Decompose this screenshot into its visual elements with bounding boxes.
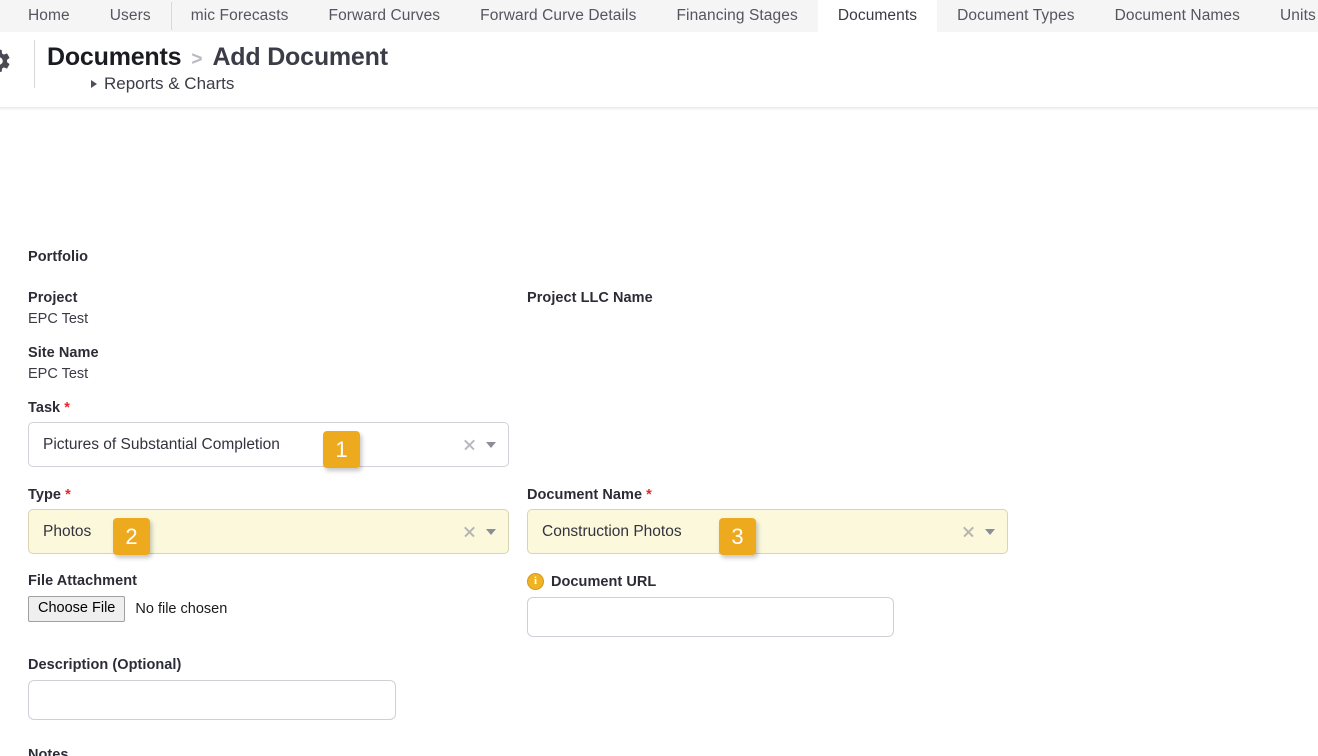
type-select-actions (463, 510, 496, 553)
nav-tab-documents[interactable]: Documents (817, 0, 938, 32)
notes-label: Notes (28, 747, 69, 756)
nav-tab-document-types[interactable]: Document Types (937, 0, 1094, 32)
task-field: Task * Pictures of Substantial Completio… (28, 400, 509, 467)
nav-tab-units[interactable]: Units (1260, 0, 1318, 32)
nav-tab-document-names[interactable]: Document Names (1095, 0, 1260, 32)
site-name-label: Site Name (28, 345, 99, 361)
file-input-row: Choose File No file chosen (28, 596, 227, 622)
project-field: Project EPC Test (28, 290, 88, 327)
document-name-select[interactable]: Construction Photos (527, 509, 1008, 554)
required-asterisk: * (646, 487, 652, 503)
document-name-select-actions (962, 510, 995, 553)
site-name-value: EPC Test (28, 366, 89, 382)
description-label: Description (Optional) (28, 657, 182, 673)
gear-icon[interactable] (0, 48, 12, 74)
caret-right-icon (91, 80, 97, 88)
project-llc-name-field: Project LLC Name (527, 290, 653, 311)
project-value: EPC Test (28, 311, 89, 327)
nav-tab-label: Documents (837, 7, 918, 24)
nav-tab-label: Document Types (957, 7, 1075, 24)
page-header: Documents > Add Document Reports & Chart… (0, 32, 1318, 108)
nav-tab-label: Forward Curve Details (480, 7, 637, 24)
annotation-badge-2: 2 (113, 518, 150, 555)
file-attachment-field: File Attachment Choose File No file chos… (28, 573, 227, 622)
chevron-down-icon[interactable] (486, 441, 496, 448)
gear-icon-wrapper (0, 32, 22, 108)
chevron-down-icon[interactable] (486, 528, 496, 535)
project-llc-name-label: Project LLC Name (527, 290, 653, 306)
nav-tab-financing-stages[interactable]: Financing Stages (656, 0, 817, 32)
header-shadow (0, 108, 1318, 111)
clear-x-icon[interactable] (463, 525, 476, 538)
type-select[interactable]: Photos (28, 509, 509, 554)
nav-tab-label: Units (1280, 7, 1316, 24)
document-url-input[interactable] (527, 597, 894, 637)
clear-x-icon[interactable] (463, 438, 476, 451)
document-name-label: Document Name * (527, 487, 1008, 503)
choose-file-button[interactable]: Choose File (28, 596, 126, 622)
document-name-selected-value: Construction Photos (542, 522, 682, 540)
description-input[interactable] (28, 680, 396, 720)
annotation-badge-1: 1 (323, 431, 360, 468)
info-icon[interactable]: i (527, 573, 544, 590)
nav-tab-economic-forecasts[interactable]: mic Forecasts (170, 0, 309, 32)
document-name-field: Document Name * Construction Photos (527, 487, 1008, 554)
document-url-label-row: i Document URL (527, 573, 894, 590)
document-url-field: i Document URL (527, 573, 894, 637)
breadcrumb: Documents > Add Document Reports & Chart… (35, 32, 388, 94)
reports-and-charts-label: Reports & Charts (104, 74, 235, 93)
required-asterisk: * (64, 400, 70, 416)
task-label: Task * (28, 400, 509, 416)
nav-tab-label: Users (109, 7, 151, 24)
clear-x-icon[interactable] (962, 525, 975, 538)
type-selected-value: Photos (43, 522, 92, 540)
annotation-badge-3: 3 (719, 518, 756, 555)
type-label-text: Type (28, 487, 61, 503)
nav-tab-label: Document Names (1114, 7, 1241, 24)
breadcrumb-separator-icon: > (191, 49, 203, 70)
file-attachment-label: File Attachment (28, 573, 137, 589)
task-select-actions (463, 423, 496, 466)
reports-and-charts-toggle[interactable]: Reports & Charts (91, 74, 388, 94)
type-label: Type * (28, 487, 509, 503)
nav-tab-label: mic Forecasts (190, 7, 289, 24)
nav-tab-forward-curves[interactable]: Forward Curves (309, 0, 461, 32)
project-label: Project (28, 290, 78, 306)
document-name-label-text: Document Name (527, 487, 643, 503)
task-selected-value: Pictures of Substantial Completion (43, 435, 280, 453)
breadcrumb-root-link[interactable]: Documents (47, 43, 182, 72)
nav-tab-label: Financing Stages (676, 7, 798, 24)
task-select[interactable]: Pictures of Substantial Completion (28, 422, 509, 467)
chevron-down-icon[interactable] (985, 528, 995, 535)
top-navigation-bar: Home Users mic Forecasts Forward Curves … (0, 0, 1318, 32)
document-url-label: Document URL (551, 573, 657, 590)
site-name-field: Site Name EPC Test (28, 345, 99, 382)
type-field: Type * Photos (28, 487, 509, 554)
nav-tab-home[interactable]: Home (0, 0, 90, 32)
nav-tab-forward-curve-details[interactable]: Forward Curve Details (460, 0, 656, 32)
page-title: Add Document (212, 43, 388, 71)
file-chosen-status: No file chosen (135, 600, 228, 617)
nav-tab-users[interactable]: Users (90, 0, 171, 32)
task-label-text: Task (28, 400, 61, 416)
portfolio-label: Portfolio (28, 249, 89, 265)
nav-tab-label: Forward Curves (328, 7, 441, 24)
description-field: Description (Optional) (28, 657, 396, 720)
nav-tab-label: Home (28, 7, 70, 24)
required-asterisk: * (65, 487, 71, 503)
